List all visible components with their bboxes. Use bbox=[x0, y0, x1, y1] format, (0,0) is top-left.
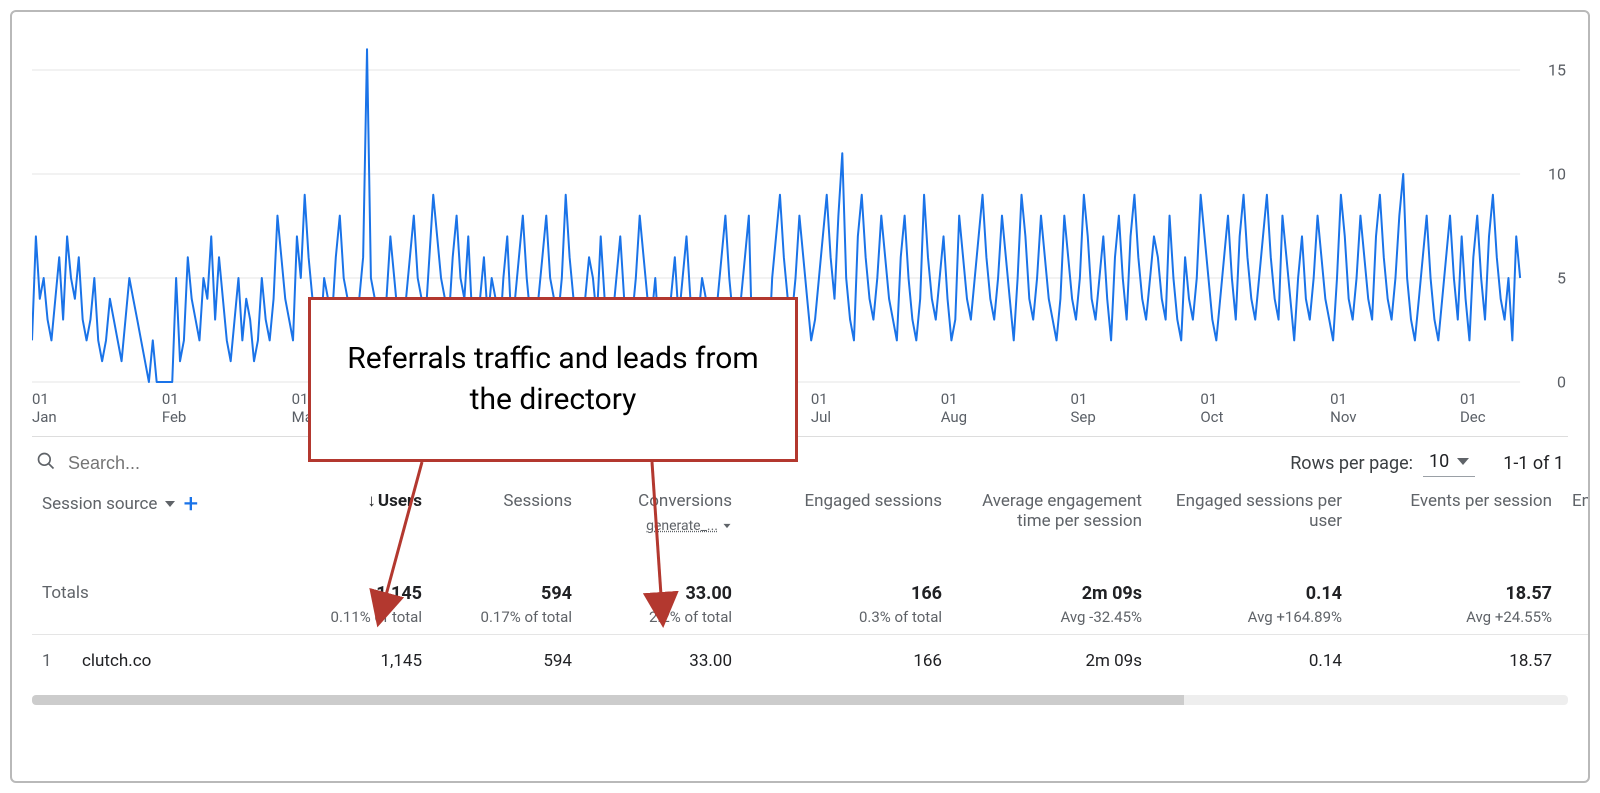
add-dimension-button[interactable]: + bbox=[183, 491, 198, 517]
totals-epu-sub: Avg +164.89% bbox=[1162, 608, 1342, 626]
horizontal-scrollbar[interactable] bbox=[32, 695, 1568, 705]
table-row[interactable]: 1 clutch.co 1,14559433.001662m 09s0.1418.5… bbox=[32, 635, 1590, 692]
chart-area: 051015 01Jan01Feb01Mar01Apr01May01Jun01J… bbox=[32, 30, 1568, 430]
row-source[interactable]: clutch.co bbox=[82, 651, 151, 671]
totals-avgt-value: 2m 09s bbox=[962, 583, 1142, 604]
col-avg-engagement[interactable]: Average engagement time per session bbox=[982, 491, 1142, 531]
totals-engaged-value: 166 bbox=[752, 583, 942, 604]
totals-conversions-sub: 2.2% of total bbox=[592, 608, 732, 626]
y-tick-label: 15 bbox=[1548, 61, 1566, 80]
y-tick-label: 0 bbox=[1557, 373, 1566, 392]
totals-users-value: 1,145 bbox=[272, 583, 422, 604]
totals-users-sub: 0.11% of total bbox=[272, 608, 422, 626]
row-users: 1,145 bbox=[262, 635, 432, 692]
table-toolbar: Rows per page: 10 1-1 of 1 bbox=[32, 436, 1568, 483]
totals-label: Totals bbox=[42, 583, 89, 603]
col-engaged-sessions[interactable]: Engaged sessions bbox=[804, 491, 942, 511]
rows-per-page-label: Rows per page: bbox=[1290, 453, 1413, 474]
row-engaged-sessions: 166 bbox=[742, 635, 952, 692]
search-input[interactable] bbox=[66, 452, 326, 475]
totals-engaged-sub: 0.3% of total bbox=[752, 608, 942, 626]
col-users[interactable]: Users bbox=[367, 491, 422, 511]
totals-eps-sub: Avg +24.55% bbox=[1362, 608, 1552, 626]
col-conversions[interactable]: Conversions bbox=[638, 491, 732, 511]
conversions-filter[interactable]: generate_... bbox=[646, 518, 732, 534]
col-engaged-per-user[interactable]: Engaged sessions per user bbox=[1176, 491, 1342, 531]
rows-per-page-select[interactable]: 10 bbox=[1423, 449, 1475, 477]
col-sessions[interactable]: Sessions bbox=[503, 491, 572, 511]
totals-epu-value: 0.14 bbox=[1162, 583, 1342, 604]
search-icon bbox=[36, 451, 56, 475]
row-avg-engagement: 2m 09s bbox=[952, 635, 1152, 692]
totals-sessions-value: 594 bbox=[442, 583, 572, 604]
totals-avgt-sub: Avg -32.45% bbox=[962, 608, 1142, 626]
y-tick-label: 10 bbox=[1548, 165, 1566, 184]
col-truncated: En bbox=[1572, 491, 1590, 511]
totals-sessions-sub: 0.17% of total bbox=[442, 608, 572, 626]
rows-per-page-value: 10 bbox=[1429, 451, 1449, 472]
row-index: 1 bbox=[42, 651, 52, 671]
col-events-per-session[interactable]: Events per session bbox=[1410, 491, 1552, 511]
row-engaged-per-user: 0.14 bbox=[1152, 635, 1352, 692]
col-session-source[interactable]: Session source bbox=[42, 494, 157, 514]
y-tick-label: 5 bbox=[1557, 269, 1566, 288]
row-events-per-session: 18.57 bbox=[1352, 635, 1562, 692]
annotation-callout: Referrals traffic and leads from the dir… bbox=[308, 297, 798, 462]
source-table: Session source + Users Sessions Conversi… bbox=[32, 483, 1590, 691]
chevron-down-icon bbox=[165, 501, 175, 507]
pagination-range: 1-1 of 1 bbox=[1503, 453, 1564, 474]
chevron-down-icon bbox=[724, 524, 731, 528]
row-conversions: 33.00 bbox=[582, 635, 742, 692]
totals-eps-value: 18.57 bbox=[1362, 583, 1552, 604]
row-sessions: 594 bbox=[432, 635, 582, 692]
chevron-down-icon bbox=[1457, 458, 1469, 465]
totals-conversions-value: 33.00 bbox=[592, 583, 732, 604]
annotation-text: Referrals traffic and leads from the dir… bbox=[341, 339, 765, 420]
